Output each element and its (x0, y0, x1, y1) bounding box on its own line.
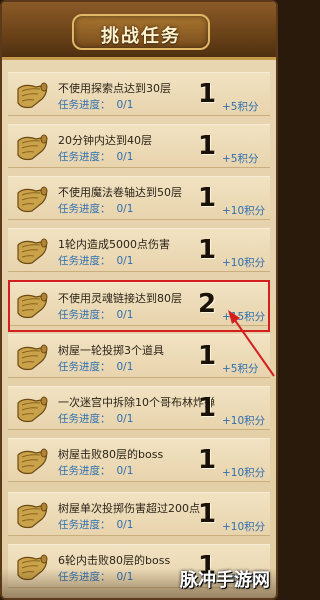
task-row[interactable]: 不使用魔法卷轴达到50层 任务进度： 0/1 1 +10积分 (8, 176, 270, 220)
task-name: 不使用魔法卷轴达到50层 (58, 186, 182, 199)
task-progress: 任务进度： 0/1 (58, 569, 133, 584)
task-progress: 任务进度： 0/1 (58, 149, 133, 164)
progress-label: 任务进度： (58, 309, 111, 321)
scroll-icon (17, 502, 48, 529)
progress-value: 0/1 (116, 519, 134, 531)
progress-value: 0/1 (116, 255, 134, 267)
task-count: 1 (198, 235, 217, 265)
task-row[interactable]: 一次迷宫中拆除10个哥布林炸弹 任务进度： 0/1 1 +10积分 (8, 386, 270, 430)
progress-label: 任务进度： (58, 99, 111, 111)
task-reward: +10积分 (222, 467, 266, 479)
task-row[interactable]: 树屋击败80层的boss 任务进度： 0/1 1 +10积分 (8, 438, 270, 482)
task-reward: +10积分 (222, 205, 266, 217)
task-progress: 任务进度： 0/1 (58, 307, 133, 322)
scroll-icon (17, 82, 48, 109)
scroll-icon (17, 238, 48, 265)
task-row[interactable]: 树屋单次投掷伤害超过200点 任务进度： 0/1 1 +10积分 (8, 492, 270, 536)
progress-value: 0/1 (116, 465, 134, 477)
task-name: 不使用探索点达到30层 (58, 82, 171, 95)
task-row[interactable]: 树屋一轮投掷3个道具 任务进度： 0/1 1 +5积分 (8, 334, 270, 378)
task-reward: +10积分 (222, 415, 266, 427)
watermark-logo: 脉冲手游网 (180, 570, 270, 591)
task-name: 树屋一轮投掷3个道具 (58, 344, 164, 357)
task-row[interactable]: 1轮内造成5000点伤害 任务进度： 0/1 1 +10积分 (8, 228, 270, 272)
task-name: 一次迷宫中拆除10个哥布林炸弹 (58, 396, 215, 409)
task-reward: +5积分 (222, 101, 259, 113)
task-name: 树屋击败80层的boss (58, 448, 164, 461)
progress-value: 0/1 (116, 413, 134, 425)
progress-label: 任务进度： (58, 465, 111, 477)
task-count: 2 (198, 289, 217, 319)
task-progress: 任务进度： 0/1 (58, 97, 133, 112)
task-name: 20分钟内达到40层 (58, 134, 152, 147)
task-reward: +5积分 (222, 363, 259, 375)
scroll-icon (17, 344, 48, 371)
progress-label: 任务进度： (58, 203, 111, 215)
title-plaque: 挑战任务 (72, 14, 210, 50)
panel-header: 挑战任务 (2, 2, 276, 60)
task-count: 1 (198, 499, 217, 529)
progress-value: 0/1 (116, 571, 134, 583)
task-name: 树屋单次投掷伤害超过200点 (58, 502, 200, 515)
scroll-icon (17, 554, 48, 581)
task-row[interactable]: 不使用灵魂链接达到80层 任务进度： 0/1 2 +15积分 (8, 282, 270, 326)
task-progress: 任务进度： 0/1 (58, 359, 133, 374)
scroll-icon (17, 292, 48, 319)
progress-label: 任务进度： (58, 255, 111, 267)
task-row[interactable]: 20分钟内达到40层 任务进度： 0/1 1 +5积分 (8, 124, 270, 168)
task-progress: 任务进度： 0/1 (58, 201, 133, 216)
task-name: 1轮内造成5000点伤害 (58, 238, 170, 251)
task-count: 1 (198, 183, 217, 213)
task-progress: 任务进度： 0/1 (58, 253, 133, 268)
progress-label: 任务进度： (58, 519, 111, 531)
progress-label: 任务进度： (58, 413, 111, 425)
scroll-icon (17, 134, 48, 161)
task-count: 1 (198, 445, 217, 475)
progress-value: 0/1 (116, 361, 134, 373)
task-count: 1 (198, 393, 217, 423)
task-count: 1 (198, 131, 217, 161)
task-reward: +5积分 (222, 153, 259, 165)
challenge-task-panel: 挑战任务 不使用探索点达到30层 任务进度： 0/1 1 +5积分 20分钟内达到… (0, 0, 278, 600)
task-progress: 任务进度： 0/1 (58, 517, 133, 532)
task-name: 6轮内击败80层的boss (58, 554, 171, 567)
progress-value: 0/1 (116, 309, 134, 321)
task-count: 1 (198, 341, 217, 371)
task-reward: +10积分 (222, 257, 266, 269)
progress-value: 0/1 (116, 203, 134, 215)
scroll-icon (17, 396, 48, 423)
progress-label: 任务进度： (58, 151, 111, 163)
task-row[interactable]: 不使用探索点达到30层 任务进度： 0/1 1 +5积分 (8, 72, 270, 116)
task-reward: +10积分 (222, 521, 266, 533)
progress-label: 任务进度： (58, 571, 111, 583)
task-name: 不使用灵魂链接达到80层 (58, 292, 182, 305)
panel-title: 挑战任务 (101, 26, 181, 47)
task-progress: 任务进度： 0/1 (58, 411, 133, 426)
progress-label: 任务进度： (58, 361, 111, 373)
scroll-icon (17, 186, 48, 213)
task-progress: 任务进度： 0/1 (58, 463, 133, 478)
task-count: 1 (198, 79, 217, 109)
progress-value: 0/1 (116, 151, 134, 163)
task-reward: +15积分 (222, 311, 266, 323)
scroll-icon (17, 448, 48, 475)
progress-value: 0/1 (116, 99, 134, 111)
